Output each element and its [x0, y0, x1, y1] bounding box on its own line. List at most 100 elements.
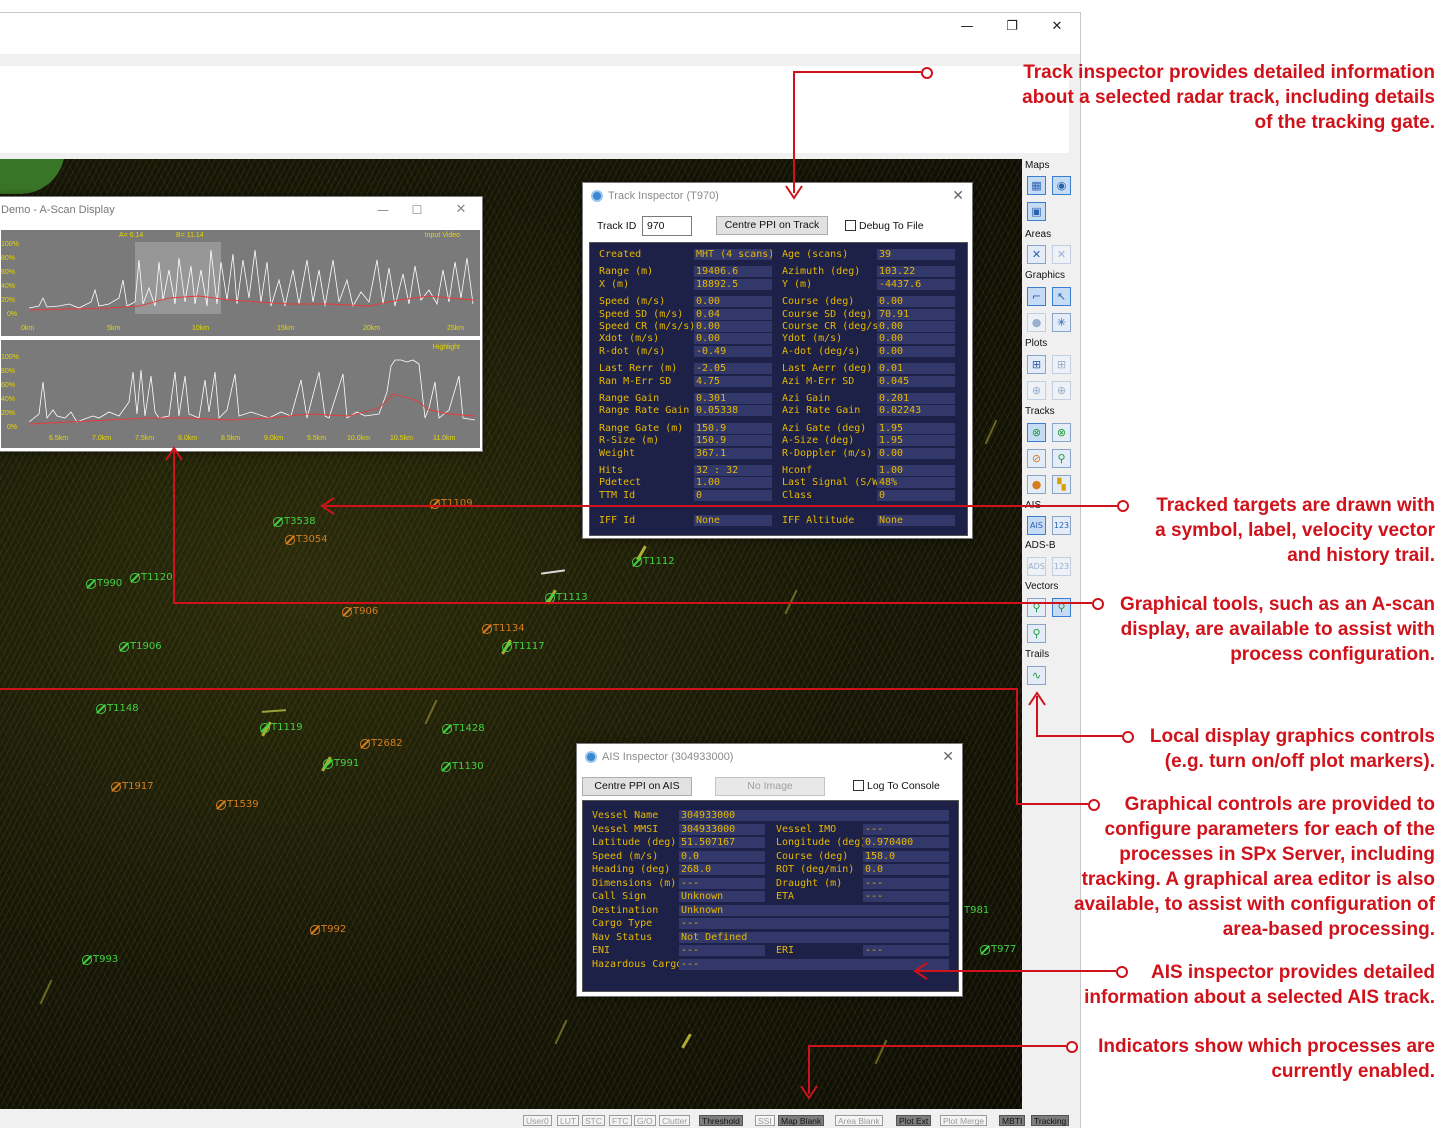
track-marker[interactable]: T1134	[482, 622, 525, 636]
field-value: 268.0	[679, 864, 765, 875]
restore-button[interactable]: ❐	[990, 13, 1034, 41]
minimize-button[interactable]: —	[945, 13, 989, 41]
field-label: Azi Gate (deg)	[782, 422, 867, 434]
trail-icon[interactable]: ∿	[1027, 666, 1046, 685]
map-overlay-icon[interactable]: ▣	[1027, 202, 1046, 221]
track-vector-icon[interactable]: ⊘	[1027, 449, 1046, 468]
track-marker[interactable]: T906	[342, 605, 378, 619]
track-id-label: Track ID	[597, 220, 637, 232]
track-history-icon[interactable]: ⚲	[1052, 449, 1071, 468]
area-labels-icon[interactable]: ✕	[1052, 245, 1071, 264]
track-id-input[interactable]: 970	[642, 216, 692, 236]
indicator-tracking: Tracking	[1031, 1115, 1070, 1126]
field-value: 158.0	[863, 850, 949, 862]
track-marker[interactable]: T1148	[96, 702, 139, 716]
field-value: 0.00	[694, 333, 772, 345]
track-inspector-title: Track Inspector (T970)	[608, 190, 719, 202]
track-label-icon[interactable]: ⊗	[1052, 423, 1071, 442]
track-marker[interactable]: T993	[82, 953, 118, 967]
track-marker[interactable]: T1917	[111, 780, 154, 794]
cursor-icon[interactable]: ↖	[1052, 287, 1071, 306]
annotation-ais-inspector: AIS inspector provides detailed informat…	[1084, 960, 1435, 1010]
x-tick: 8.0km	[178, 435, 198, 442]
radar-return	[874, 1039, 888, 1065]
ascan-maximize-button[interactable]: ☐	[395, 197, 439, 225]
ascan-input-video-panel[interactable]: A= 6.14 B= 11.14 Input Video 100% 80% 60…	[1, 230, 480, 336]
vector-length-icon[interactable]: ⚲	[1027, 624, 1046, 643]
annotation-graphical-tools: Graphical tools, such as an A-scan displ…	[1120, 592, 1435, 667]
track-marker[interactable]: T991	[323, 757, 359, 771]
track-marker[interactable]: T992	[310, 923, 346, 937]
log-to-console-checkbox[interactable]: Log To Console	[853, 780, 940, 792]
ascan-close-button[interactable]: ✕	[439, 197, 483, 225]
toolbar-section-graphics: Graphics	[1025, 270, 1066, 281]
field-label: Last Rerr (m)	[599, 363, 678, 375]
field-value: 32 : 32	[694, 465, 772, 476]
track-symbol-icon[interactable]: ⊗	[1027, 423, 1046, 442]
globe-icon[interactable]: ◉	[1052, 176, 1071, 195]
field-label: A-Size (deg)	[782, 435, 855, 447]
area-editor-icon[interactable]: ✕	[1027, 245, 1046, 264]
inspector-app-icon	[591, 190, 603, 203]
field-value: None	[694, 515, 772, 526]
indicator-area-blank: Area Blank	[835, 1115, 883, 1126]
ais-label-icon[interactable]: 123	[1052, 516, 1071, 535]
track-colour-icon[interactable]: ▚	[1052, 475, 1071, 494]
close-button[interactable]: ✕	[1035, 13, 1079, 41]
vector-speed-icon[interactable]: ⚲	[1027, 598, 1046, 617]
annotation-indicators: Indicators show which processes are curr…	[1098, 1034, 1435, 1084]
sparkle-icon[interactable]: ✳	[1052, 313, 1071, 332]
track-marker[interactable]: T1539	[216, 798, 259, 812]
plot-extent-icon[interactable]: ⊕	[1027, 381, 1046, 400]
field-label: Vessel Name	[592, 810, 659, 821]
track-gate-icon[interactable]: ●	[1027, 475, 1046, 494]
track-marker[interactable]: T3054	[285, 533, 328, 547]
y-tick: 60%	[1, 269, 16, 276]
centre-ppi-on-ais-button[interactable]: Centre PPI on AIS	[582, 777, 692, 796]
track-marker[interactable]: T2682	[360, 737, 403, 751]
indicator-user0: User0	[523, 1115, 552, 1126]
checkbox-box[interactable]	[845, 220, 856, 231]
field-label: IFF Id	[599, 515, 636, 526]
track-marker[interactable]: T1130	[441, 760, 484, 774]
field-label: Ydot (m/s)	[782, 333, 843, 345]
adsb-symbol-icon[interactable]: ADS	[1027, 557, 1046, 576]
track-marker[interactable]: T1112	[632, 555, 675, 569]
track-inspector-close-button[interactable]: ✕	[952, 183, 964, 209]
track-marker[interactable]: T977	[980, 943, 1016, 957]
track-marker[interactable]: T3538	[273, 515, 316, 529]
checkbox-box[interactable]	[853, 780, 864, 791]
plot-label-icon[interactable]: ⊕	[1052, 381, 1071, 400]
plot-number-icon[interactable]: ⊞	[1052, 355, 1071, 374]
vector-time-icon[interactable]: ⚲	[1052, 598, 1071, 617]
field-value: 1.95	[877, 422, 955, 434]
ais-symbol-icon[interactable]: AIS	[1027, 516, 1046, 535]
centre-ppi-on-track-button[interactable]: Centre PPI on Track	[716, 216, 828, 235]
ais-inspector-close-button[interactable]: ✕	[942, 744, 954, 770]
track-marker[interactable]: T1906	[119, 640, 162, 654]
track-marker[interactable]: T990	[86, 577, 122, 591]
track-marker[interactable]: T1119	[260, 721, 303, 735]
track-marker[interactable]: T1109	[430, 497, 473, 511]
annotation-line: Graphical controls are provided to	[1124, 794, 1435, 815]
field-value: -2.05	[694, 363, 772, 375]
plot-marker-icon[interactable]: ⊞	[1027, 355, 1046, 374]
field-label: Draught (m)	[776, 877, 843, 889]
graphics-labels-icon[interactable]: ●	[1027, 313, 1046, 332]
adsb-label-icon[interactable]: 123	[1052, 557, 1071, 576]
x-tick: 10.0km	[347, 435, 370, 442]
range-rings-icon[interactable]: ⌐	[1027, 287, 1046, 306]
track-marker[interactable]: T981	[964, 904, 989, 918]
annotation-line: configure parameters for each of the	[1104, 819, 1435, 840]
field-label: Destination	[592, 904, 659, 916]
track-marker[interactable]: T1428	[442, 722, 485, 736]
annotation-line: of the tracking gate.	[1254, 112, 1435, 133]
field-value: ---	[679, 918, 949, 929]
annotation-line: about a selected radar track, including …	[1022, 87, 1435, 108]
debug-to-file-checkbox[interactable]: Debug To File	[845, 220, 924, 232]
track-marker[interactable]: T1120	[130, 571, 173, 585]
ascan-highlight-panel[interactable]: Highlight 100% 80% 60% 40% 20% 0% 6.5km …	[1, 340, 480, 448]
annotation-arrowhead	[1028, 691, 1046, 706]
map-grid-icon[interactable]: ▦	[1027, 176, 1046, 195]
track-marker[interactable]: T1117	[502, 640, 545, 654]
